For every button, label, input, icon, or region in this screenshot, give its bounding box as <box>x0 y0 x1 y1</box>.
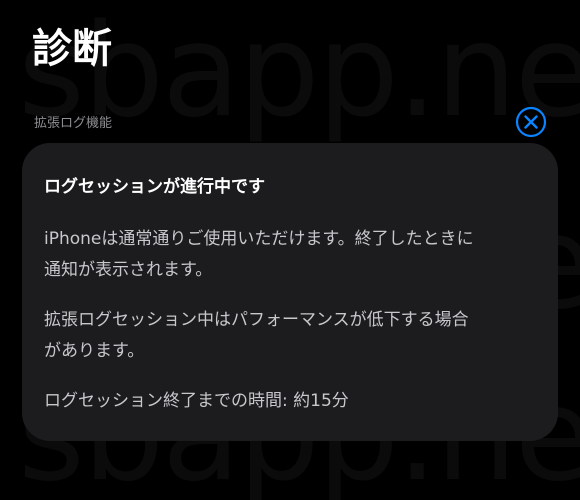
card-paragraph-usage: iPhoneは通常通りご使用いただけます。終了したときに 通知が表示されます。 <box>44 229 474 280</box>
section-header-extended-logging: 拡張ログ機能 <box>34 116 113 131</box>
xmark-circle-icon <box>515 106 547 138</box>
close-button[interactable] <box>515 106 547 138</box>
card-heading: ログセッションが進行中です <box>44 177 265 197</box>
page-title: 診断 <box>32 26 112 72</box>
card-paragraph-performance: 拡張ログセッション中はパフォーマンスが低下する場合 があります。 <box>44 310 469 361</box>
card-paragraph-time-remaining: ログセッション終了までの時間: 約15分 <box>44 391 349 411</box>
